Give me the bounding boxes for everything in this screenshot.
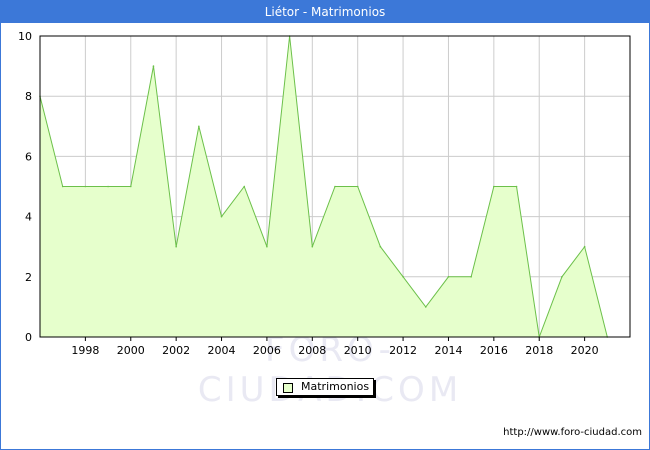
data-point-2009 bbox=[334, 185, 336, 188]
data-point-2014 bbox=[447, 276, 450, 278]
x-tick-label-2002: 2002 bbox=[162, 344, 190, 357]
x-tick-label-2004: 2004 bbox=[208, 344, 236, 357]
y-tick-label-0: 0 bbox=[25, 331, 32, 344]
source-url: http://www.foro-ciudad.com bbox=[503, 427, 642, 438]
data-point-2005 bbox=[243, 185, 246, 188]
data-point-2001 bbox=[152, 65, 155, 67]
x-tick-label-2006: 2006 bbox=[253, 344, 281, 357]
y-tick-label-6: 6 bbox=[25, 150, 32, 163]
x-tick-label-2020: 2020 bbox=[571, 344, 599, 357]
data-point-1997 bbox=[61, 185, 64, 188]
chart-legend: Matrimonios bbox=[276, 378, 374, 396]
x-tick-label-2010: 2010 bbox=[344, 344, 372, 357]
x-tick-label-2012: 2012 bbox=[389, 344, 417, 357]
data-point-2006 bbox=[266, 245, 268, 248]
data-point-2008 bbox=[311, 245, 314, 248]
x-tick-label-1998: 1998 bbox=[71, 344, 99, 357]
data-point-2004 bbox=[220, 215, 223, 218]
x-tick-label-2000: 2000 bbox=[117, 344, 145, 357]
data-point-2020 bbox=[583, 245, 586, 248]
y-tick-label-8: 8 bbox=[25, 90, 32, 103]
data-point-2013 bbox=[424, 306, 427, 308]
x-tick-label-2016: 2016 bbox=[480, 344, 508, 357]
legend-label-matrimonios: Matrimonios bbox=[301, 380, 370, 393]
data-point-1999 bbox=[107, 185, 109, 188]
x-tick-label-2008: 2008 bbox=[298, 344, 326, 357]
data-point-2016 bbox=[493, 185, 495, 188]
x-tick-label-2014: 2014 bbox=[434, 344, 462, 357]
data-point-2003 bbox=[198, 125, 200, 128]
y-tick-label-2: 2 bbox=[25, 271, 32, 284]
data-point-2012 bbox=[402, 276, 404, 278]
x-tick-label-2018: 2018 bbox=[525, 344, 553, 357]
data-point-2000 bbox=[129, 185, 132, 188]
y-tick-label-4: 4 bbox=[25, 211, 32, 224]
legend-swatch-matrimonios bbox=[283, 383, 293, 393]
data-point-2015 bbox=[470, 276, 472, 278]
y-tick-label-10: 10 bbox=[18, 30, 32, 43]
data-point-2019 bbox=[561, 276, 563, 278]
data-point-2010 bbox=[356, 185, 359, 188]
data-point-1998 bbox=[84, 185, 87, 188]
data-point-2002 bbox=[175, 245, 177, 248]
data-point-2017 bbox=[515, 185, 518, 188]
data-point-2011 bbox=[379, 245, 382, 248]
